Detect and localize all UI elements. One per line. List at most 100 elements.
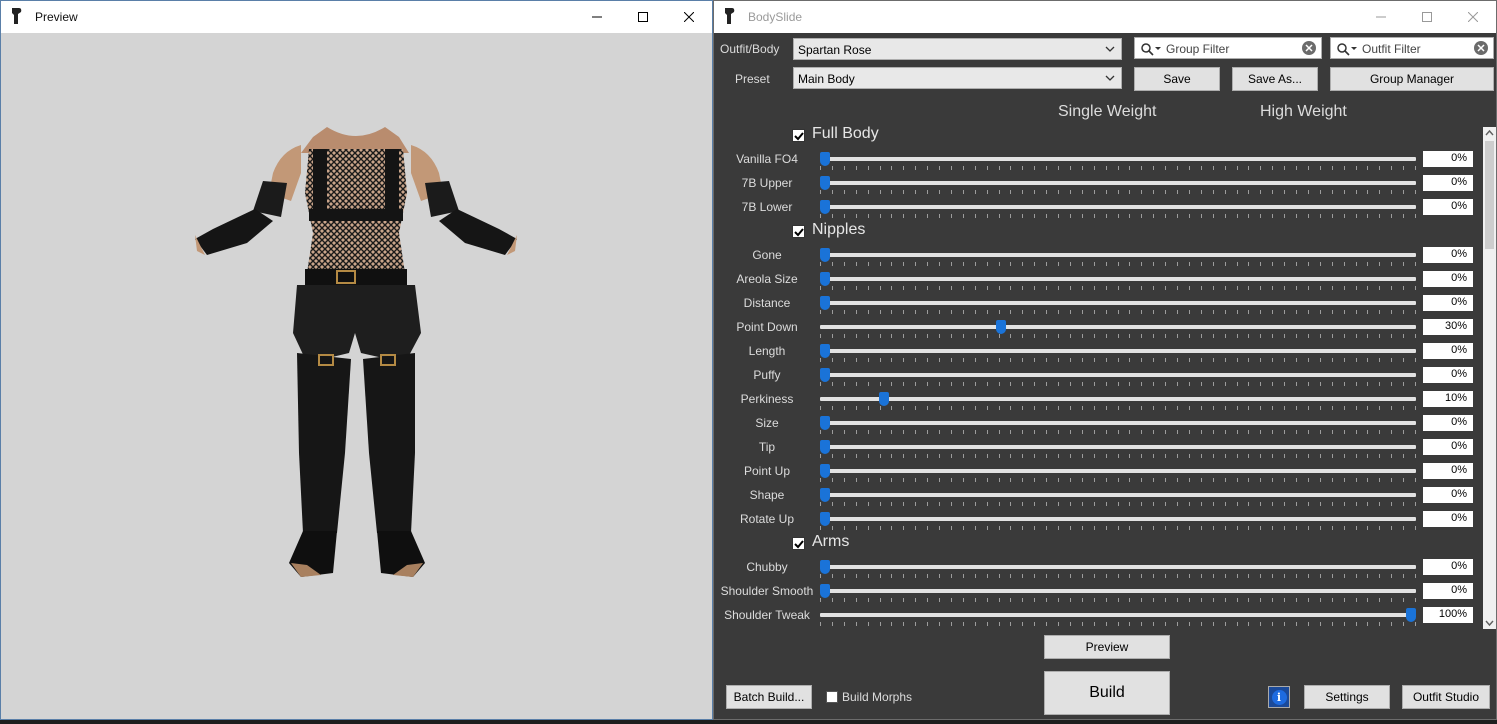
slider-tick <box>987 574 988 578</box>
slider-thumb[interactable] <box>820 440 830 454</box>
scroll-up-icon[interactable] <box>1485 129 1494 137</box>
slider-track[interactable] <box>820 565 1416 569</box>
slider-track[interactable] <box>820 613 1416 617</box>
slider-track[interactable] <box>820 517 1416 521</box>
scrollbar-thumb[interactable] <box>1485 141 1494 249</box>
slider-track[interactable] <box>820 157 1416 161</box>
maximize-button[interactable] <box>620 1 666 33</box>
slider-thumb[interactable] <box>1406 608 1416 622</box>
slider-value-input[interactable]: 0% <box>1423 463 1473 479</box>
batch-build-button[interactable]: Batch Build... <box>726 685 812 709</box>
slider-tick <box>1296 622 1297 626</box>
slider-thumb[interactable] <box>820 152 830 166</box>
slider-track[interactable] <box>820 493 1416 497</box>
slider-track[interactable] <box>820 181 1416 185</box>
slider-tick <box>856 286 857 290</box>
build-morphs-checkbox[interactable] <box>826 691 838 703</box>
slider-value-input[interactable]: 0% <box>1423 271 1473 287</box>
slider-track[interactable] <box>820 373 1416 377</box>
slider-tick <box>1391 358 1392 362</box>
slider-value-input[interactable]: 0% <box>1423 151 1473 167</box>
clear-icon[interactable] <box>1302 41 1316 55</box>
slider-value-input[interactable]: 0% <box>1423 199 1473 215</box>
slider-thumb[interactable] <box>879 392 889 406</box>
group-filter-input[interactable]: Group Filter <box>1134 37 1322 59</box>
minimize-button[interactable] <box>574 1 620 33</box>
slider-thumb[interactable] <box>820 176 830 190</box>
group-checkbox[interactable] <box>792 537 805 550</box>
slider-track[interactable] <box>820 469 1416 473</box>
preview-button[interactable]: Preview <box>1044 635 1170 659</box>
slider-scrollbar[interactable] <box>1483 127 1496 629</box>
minimize-button[interactable] <box>1358 1 1404 33</box>
slider-track[interactable] <box>820 445 1416 449</box>
slider-tick <box>1106 526 1107 530</box>
slider-thumb[interactable] <box>820 584 830 598</box>
slider-tick <box>927 358 928 362</box>
preset-dropdown[interactable]: Main Body <box>793 67 1122 89</box>
slider-value-input[interactable]: 0% <box>1423 487 1473 503</box>
slider-thumb[interactable] <box>820 368 830 382</box>
slider-track[interactable] <box>820 349 1416 353</box>
slider-value-input[interactable]: 0% <box>1423 511 1473 527</box>
save-as-button[interactable]: Save As... <box>1232 67 1318 91</box>
slider-thumb[interactable] <box>820 296 830 310</box>
outfit-studio-button[interactable]: Outfit Studio <box>1402 685 1490 709</box>
preview-titlebar[interactable]: Preview <box>1 1 712 33</box>
slider-tick <box>1356 358 1357 362</box>
slider-thumb[interactable] <box>820 488 830 502</box>
slider-value-input[interactable]: 10% <box>1423 391 1473 407</box>
slider-thumb[interactable] <box>820 248 830 262</box>
slider-value-input[interactable]: 0% <box>1423 247 1473 263</box>
save-button[interactable]: Save <box>1134 67 1220 91</box>
slider-tick <box>903 286 904 290</box>
slider-value-input[interactable]: 0% <box>1423 343 1473 359</box>
bodyslide-titlebar[interactable]: BodySlide <box>714 1 1496 33</box>
slider-tick <box>844 286 845 290</box>
close-button[interactable] <box>1450 1 1496 33</box>
group-checkbox[interactable] <box>792 129 805 142</box>
preview-3d-viewport[interactable] <box>1 33 712 719</box>
slider-track[interactable] <box>820 589 1416 593</box>
slider-tick <box>1165 574 1166 578</box>
slider-tick <box>1260 166 1261 170</box>
slider-value-input[interactable]: 0% <box>1423 583 1473 599</box>
slider-value-input[interactable]: 100% <box>1423 607 1473 623</box>
slider-thumb[interactable] <box>820 200 830 214</box>
slider-thumb[interactable] <box>820 272 830 286</box>
slider-value-input[interactable]: 0% <box>1423 175 1473 191</box>
info-button[interactable]: i <box>1268 686 1290 708</box>
slider-thumb[interactable] <box>820 560 830 574</box>
close-button[interactable] <box>666 1 712 33</box>
build-button[interactable]: Build <box>1044 671 1170 715</box>
slider-thumb[interactable] <box>820 344 830 358</box>
clear-icon[interactable] <box>1474 41 1488 55</box>
maximize-button[interactable] <box>1404 1 1450 33</box>
slider-thumb[interactable] <box>996 320 1006 334</box>
outfit-filter-input[interactable]: Outfit Filter <box>1330 37 1494 59</box>
slider-thumb[interactable] <box>820 512 830 526</box>
slider-track[interactable] <box>820 325 1416 329</box>
slider-value-input[interactable]: 0% <box>1423 439 1473 455</box>
slider-track[interactable] <box>820 253 1416 257</box>
slider-track[interactable] <box>820 277 1416 281</box>
slider-track[interactable] <box>820 301 1416 305</box>
slider-tick <box>1415 310 1416 314</box>
slider-track[interactable] <box>820 205 1416 209</box>
slider-tick <box>1010 430 1011 434</box>
slider-track[interactable] <box>820 397 1416 401</box>
scroll-down-icon[interactable] <box>1485 619 1494 627</box>
slider-thumb[interactable] <box>820 416 830 430</box>
group-manager-button[interactable]: Group Manager <box>1330 67 1494 91</box>
slider-value-input[interactable]: 0% <box>1423 367 1473 383</box>
group-checkbox[interactable] <box>792 225 805 238</box>
settings-button[interactable]: Settings <box>1304 685 1390 709</box>
slider-value-input[interactable]: 0% <box>1423 559 1473 575</box>
slider-value-input[interactable]: 30% <box>1423 319 1473 335</box>
slider-name: Point Up <box>743 464 791 478</box>
slider-thumb[interactable] <box>820 464 830 478</box>
outfit-body-dropdown[interactable]: Spartan Rose <box>793 38 1122 60</box>
slider-value-input[interactable]: 0% <box>1423 295 1473 311</box>
slider-value-input[interactable]: 0% <box>1423 415 1473 431</box>
slider-track[interactable] <box>820 421 1416 425</box>
